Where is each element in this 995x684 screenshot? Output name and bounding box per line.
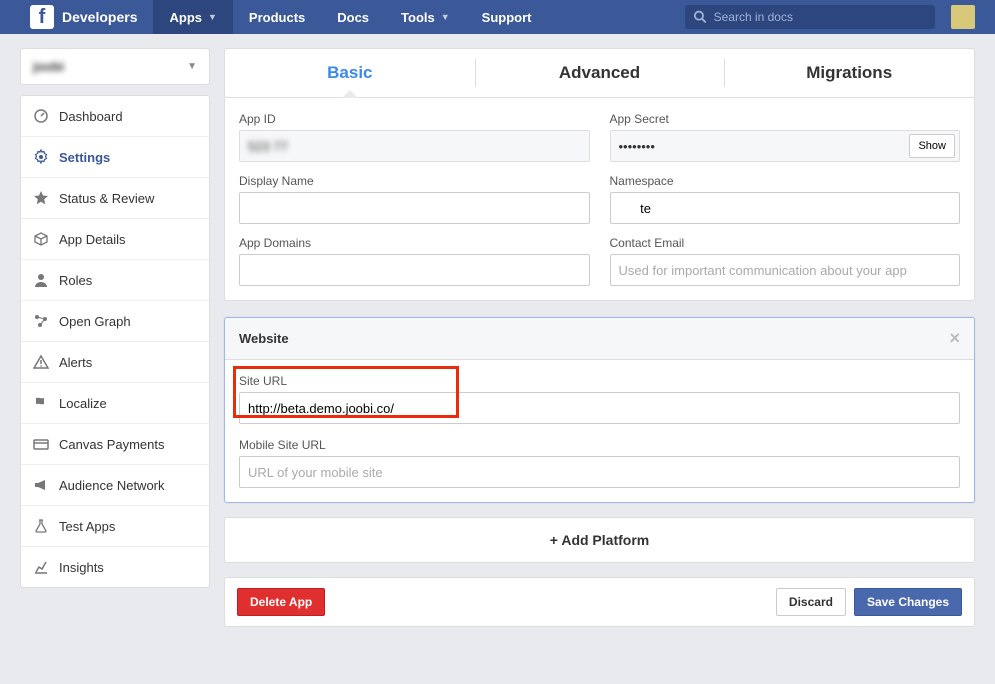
sidebar-item-settings[interactable]: Settings — [21, 137, 209, 178]
sidebar-item-appdetails[interactable]: App Details — [21, 219, 209, 260]
sidebar-item-label: Insights — [59, 560, 104, 575]
sidebar-item-status[interactable]: Status & Review — [21, 178, 209, 219]
app-secret-label: App Secret — [610, 112, 961, 126]
sidebar-item-label: Open Graph — [59, 314, 131, 329]
show-secret-button[interactable]: Show — [909, 134, 955, 158]
display-name-label: Display Name — [239, 174, 590, 188]
sidebar-item-label: Dashboard — [59, 109, 123, 124]
megaphone-icon — [33, 477, 49, 493]
top-navbar: f Developers Apps ▼ Products Docs Tools … — [0, 0, 995, 34]
sidebar-item-label: Canvas Payments — [59, 437, 165, 452]
website-section: Website × Site URL Mobile Site URL — [224, 317, 975, 503]
site-url-label: Site URL — [239, 374, 960, 388]
sidebar-item-localize[interactable]: Localize — [21, 383, 209, 424]
sidebar: joobi ▼ Dashboard Settings Status & Revi… — [20, 48, 210, 627]
sidebar-item-label: Audience Network — [59, 478, 165, 493]
nav-docs[interactable]: Docs — [321, 0, 385, 34]
tab-migrations[interactable]: Migrations — [724, 49, 974, 97]
nav-apps[interactable]: Apps ▼ — [153, 0, 232, 34]
nav-label: Docs — [337, 10, 369, 25]
mobile-url-input[interactable] — [239, 456, 960, 488]
basic-panel: App ID 523 77 App Secret •••••••• Show D… — [224, 98, 975, 301]
chevron-down-icon: ▼ — [441, 12, 450, 22]
add-platform-button[interactable]: + Add Platform — [224, 517, 975, 563]
display-name-input[interactable] — [239, 192, 590, 224]
sidebar-item-label: Alerts — [59, 355, 92, 370]
nav-label: Support — [482, 10, 532, 25]
app-id-label: App ID — [239, 112, 590, 126]
cube-icon — [33, 231, 49, 247]
delete-app-button[interactable]: Delete App — [237, 588, 325, 616]
sidebar-item-label: App Details — [59, 232, 125, 247]
search-box[interactable] — [685, 5, 935, 29]
namespace-input[interactable] — [610, 192, 961, 224]
settings-tabs: Basic Advanced Migrations — [224, 48, 975, 98]
chart-icon — [33, 559, 49, 575]
footer-actions: Delete App Discard Save Changes — [224, 577, 975, 627]
chevron-down-icon: ▼ — [187, 61, 197, 72]
nav-tools[interactable]: Tools ▼ — [385, 0, 466, 34]
card-icon — [33, 436, 49, 452]
nav-label: Apps — [169, 10, 202, 25]
sidebar-item-canvas[interactable]: Canvas Payments — [21, 424, 209, 465]
flask-icon — [33, 518, 49, 534]
tab-advanced[interactable]: Advanced — [475, 49, 725, 97]
nav-label: Products — [249, 10, 305, 25]
search-icon — [693, 9, 708, 25]
sidebar-item-audience[interactable]: Audience Network — [21, 465, 209, 506]
namespace-label: Namespace — [610, 174, 961, 188]
sidebar-item-roles[interactable]: Roles — [21, 260, 209, 301]
flag-icon — [33, 395, 49, 411]
nav-products[interactable]: Products — [233, 0, 321, 34]
app-domains-input[interactable] — [239, 254, 590, 286]
discard-button[interactable]: Discard — [776, 588, 846, 616]
close-icon[interactable]: × — [949, 328, 960, 349]
nav-label: Tools — [401, 10, 435, 25]
gear-icon — [33, 149, 49, 165]
sidebar-item-label: Status & Review — [59, 191, 154, 206]
mobile-url-label: Mobile Site URL — [239, 438, 960, 452]
star-icon — [33, 190, 49, 206]
sidebar-item-label: Roles — [59, 273, 92, 288]
contact-email-label: Contact Email — [610, 236, 961, 250]
brand-label[interactable]: Developers — [62, 0, 153, 34]
sidebar-item-dashboard[interactable]: Dashboard — [21, 96, 209, 137]
sidebar-item-label: Test Apps — [59, 519, 115, 534]
sidebar-menu: Dashboard Settings Status & Review App D… — [20, 95, 210, 588]
avatar[interactable] — [951, 5, 975, 29]
website-title: Website — [239, 331, 289, 346]
alert-icon — [33, 354, 49, 370]
nav-support[interactable]: Support — [466, 0, 548, 34]
sidebar-item-insights[interactable]: Insights — [21, 547, 209, 587]
chevron-down-icon: ▼ — [208, 12, 217, 22]
graph-icon — [33, 313, 49, 329]
main-content: Basic Advanced Migrations App ID 523 77 … — [224, 48, 975, 627]
app-secret-value: •••••••• Show — [610, 130, 961, 162]
person-icon — [33, 272, 49, 288]
plus-icon: + — [550, 532, 562, 548]
save-changes-button[interactable]: Save Changes — [854, 588, 962, 616]
sidebar-item-testapps[interactable]: Test Apps — [21, 506, 209, 547]
app-selector-dropdown[interactable]: joobi ▼ — [20, 48, 210, 85]
app-domains-label: App Domains — [239, 236, 590, 250]
sidebar-item-label: Settings — [59, 150, 110, 165]
gauge-icon — [33, 108, 49, 124]
contact-email-input[interactable] — [610, 254, 961, 286]
site-url-input[interactable] — [239, 392, 960, 424]
sidebar-item-label: Localize — [59, 396, 107, 411]
app-name: joobi — [33, 59, 64, 74]
sidebar-item-opengraph[interactable]: Open Graph — [21, 301, 209, 342]
sidebar-item-alerts[interactable]: Alerts — [21, 342, 209, 383]
search-input[interactable] — [714, 10, 927, 24]
facebook-logo-icon[interactable]: f — [30, 5, 54, 29]
app-id-value: 523 77 — [239, 130, 590, 162]
tab-basic[interactable]: Basic — [225, 49, 475, 97]
